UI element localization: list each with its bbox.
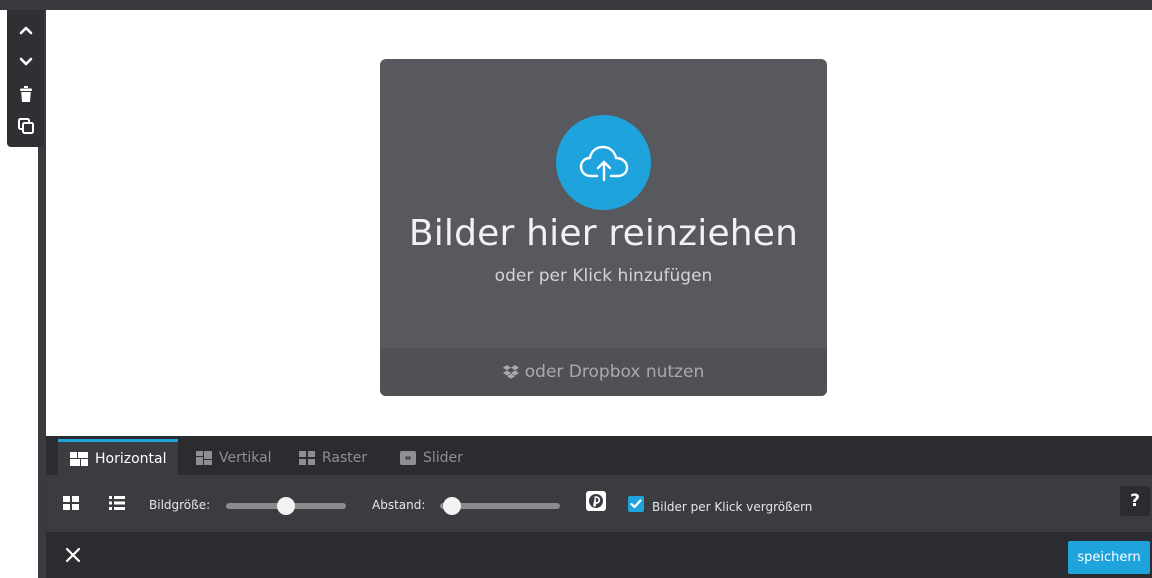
tab-raster[interactable]: Raster bbox=[287, 440, 379, 475]
dropzone-subtitle: oder per Klick hinzufügen bbox=[494, 266, 713, 286]
checkmark-icon bbox=[630, 499, 642, 509]
vertical-layout-icon bbox=[196, 450, 212, 465]
tab-vertikal-label: Vertikal bbox=[219, 449, 272, 466]
trash-icon bbox=[19, 86, 32, 102]
spacing-slider[interactable] bbox=[440, 497, 560, 515]
upload-button[interactable] bbox=[556, 115, 651, 210]
horizontal-layout-icon bbox=[70, 451, 88, 466]
zoom-on-click-label: Bilder per Klick vergrößern bbox=[652, 500, 813, 514]
gallery-options-bar: Bildgröße: Abstand: Bilder per Klick ver… bbox=[46, 475, 1152, 532]
duplicate-icon bbox=[17, 118, 34, 134]
tab-slider-label: Slider bbox=[423, 449, 463, 466]
cloud-upload-icon bbox=[579, 145, 628, 181]
section-toolbar bbox=[7, 10, 44, 147]
help-button[interactable]: ? bbox=[1120, 486, 1150, 516]
move-down-button[interactable] bbox=[11, 46, 41, 78]
image-dropzone[interactable]: Bilder hier reinziehen oder per Klick hi… bbox=[380, 59, 827, 396]
spacing-slider-knob[interactable] bbox=[443, 497, 461, 515]
layout-tabbar: Horizontal Vertikal Raster Slider bbox=[46, 436, 1152, 475]
list-view-button[interactable] bbox=[104, 490, 130, 516]
bottom-action-bar: speichern bbox=[46, 532, 1152, 578]
grid-layout-icon bbox=[299, 450, 315, 465]
delete-button[interactable] bbox=[11, 78, 41, 110]
tab-horizontal-label: Horizontal bbox=[95, 450, 167, 467]
dropbox-button[interactable]: oder Dropbox nutzen bbox=[380, 348, 827, 396]
slider-layout-icon bbox=[400, 450, 416, 465]
tab-vertikal[interactable]: Vertikal bbox=[184, 440, 284, 475]
image-size-label: Bildgröße: bbox=[149, 498, 211, 512]
duplicate-button[interactable] bbox=[11, 110, 41, 142]
move-up-button[interactable] bbox=[11, 14, 41, 46]
close-icon[interactable] bbox=[64, 546, 82, 564]
zoom-on-click-checkbox[interactable] bbox=[628, 496, 644, 512]
dropbox-icon bbox=[502, 365, 519, 379]
chevron-up-icon bbox=[19, 26, 32, 35]
list-view-icon bbox=[109, 496, 125, 510]
tab-raster-label: Raster bbox=[322, 449, 368, 466]
pinterest-icon[interactable] bbox=[586, 491, 606, 511]
frame-top-border bbox=[0, 0, 1152, 10]
image-size-slider[interactable] bbox=[226, 497, 346, 515]
image-size-slider-knob[interactable] bbox=[277, 497, 295, 515]
tab-horizontal[interactable]: Horizontal bbox=[58, 439, 179, 475]
spacing-label: Abstand: bbox=[372, 498, 426, 512]
grid-view-icon bbox=[63, 496, 79, 510]
dropzone-title: Bilder hier reinziehen bbox=[408, 213, 799, 254]
save-button[interactable]: speichern bbox=[1068, 541, 1150, 574]
dropbox-label: oder Dropbox nutzen bbox=[524, 362, 705, 382]
chevron-down-icon bbox=[19, 57, 32, 66]
grid-view-button[interactable] bbox=[58, 490, 84, 516]
tab-slider[interactable]: Slider bbox=[388, 440, 475, 475]
